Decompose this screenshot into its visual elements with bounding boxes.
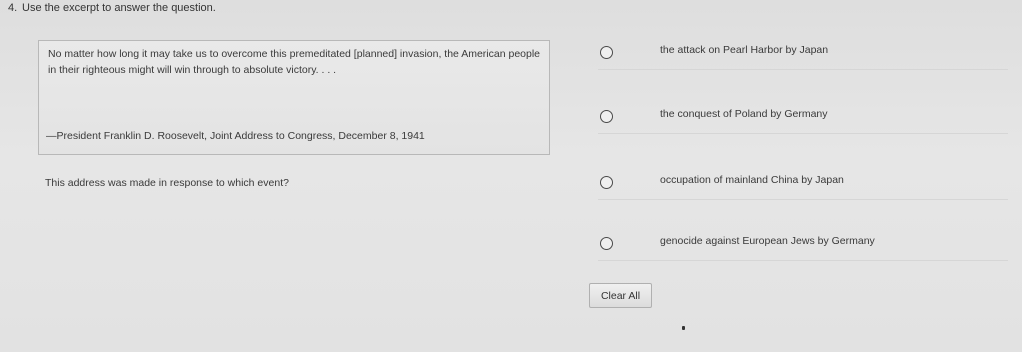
radio-button-d[interactable] <box>600 237 613 250</box>
excerpt-text: No matter how long it may take us to ove… <box>48 48 541 76</box>
option-divider <box>598 199 1008 200</box>
option-divider <box>598 260 1008 261</box>
answer-option-a[interactable]: the attack on Pearl Harbor by Japan <box>598 38 1018 70</box>
excerpt-box: No matter how long it may take us to ove… <box>38 40 550 155</box>
answer-option-c[interactable]: occupation of mainland China by Japan <box>598 168 1018 200</box>
question-prompt: Use the excerpt to answer the question. <box>22 2 216 14</box>
excerpt-attribution: —President Franklin D. Roosevelt, Joint … <box>46 130 425 142</box>
question-number: 4. <box>8 2 18 14</box>
option-divider <box>598 69 1008 70</box>
answer-option-d[interactable]: genocide against European Jews by German… <box>598 229 1018 261</box>
option-label-c[interactable]: occupation of mainland China by Japan <box>660 174 844 186</box>
option-label-d[interactable]: genocide against European Jews by German… <box>660 235 875 247</box>
radio-button-c[interactable] <box>600 176 613 189</box>
option-label-a[interactable]: the attack on Pearl Harbor by Japan <box>660 44 828 56</box>
mouse-cursor <box>682 326 685 330</box>
question-text: This address was made in response to whi… <box>45 177 289 189</box>
option-label-b[interactable]: the conquest of Poland by Germany <box>660 108 828 120</box>
clear-all-button[interactable]: Clear All <box>589 283 652 308</box>
radio-button-b[interactable] <box>600 110 613 123</box>
option-divider <box>598 133 1008 134</box>
answer-option-b[interactable]: the conquest of Poland by Germany <box>598 102 1018 134</box>
radio-button-a[interactable] <box>600 46 613 59</box>
